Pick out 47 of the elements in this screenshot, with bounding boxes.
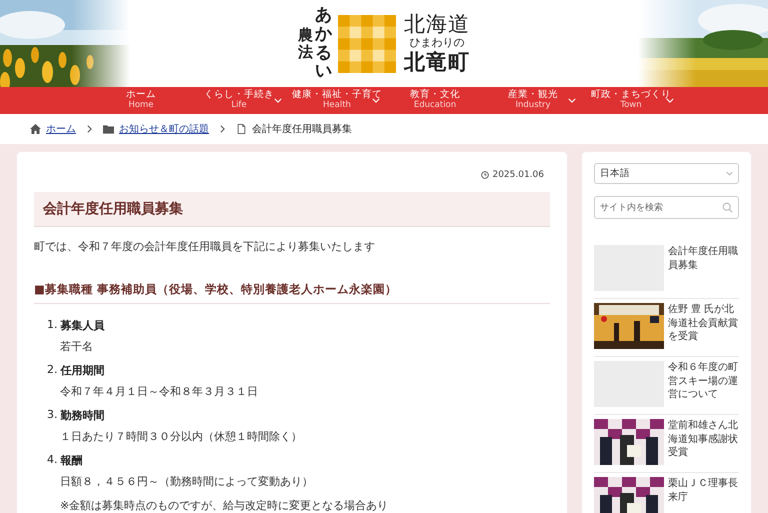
logo-text: あかるい [315,6,332,81]
nav-item[interactable]: 町政・まちづくり Town [582,87,680,114]
post-link[interactable]: 堂前和雄さん北海道知事感謝状受賞 [594,415,739,473]
language-select[interactable]: 日本語 [594,163,739,184]
item-number: 4. [47,453,58,468]
search-icon [722,202,733,213]
article-title: 会計年度任用職員募集 [34,192,550,227]
item-text: ※金額は募集時点のものですが、給与改定時に変更となる場合あり [60,498,390,513]
item-number: 1. [47,318,58,333]
post-date: 2025.01.06 [492,170,544,180]
item-text: 日額８，４５６円～（勤務時間によって変動あり） [60,474,314,489]
item-text: １日あたり７時間３０分以内（休憩１時間除く） [60,429,303,444]
nav-item[interactable]: ホーム Home [92,87,190,114]
logo-text: 農法 [298,27,313,60]
item-heading: 勤務時間 [60,408,104,423]
item-text: 令和７年４月１日～令和８年３月３１日 [60,384,259,399]
post-link[interactable]: 令和６年度の町営スキー場の運営について [594,357,739,415]
nav-item[interactable]: くらし・手続き Life [190,87,288,114]
document-icon [236,124,247,134]
search-field[interactable]: サイト内を検索 [594,196,739,219]
item-heading: 任用期間 [60,363,104,378]
folder-icon [103,124,114,134]
nav-item[interactable]: 産業・観光 Industry [484,87,582,114]
gingham-logo-icon [338,14,396,72]
post-link[interactable]: 佐野 豊 氏が北海道社会貢献賞を受賞 [594,299,739,357]
breadcrumb-link[interactable]: お知らせ＆町の話題 [119,122,209,136]
item-heading: 報酬 [60,453,82,468]
chevron-down-icon [726,171,733,176]
intro-text: 町では、令和７年度の会計年度任用職員を下記により募集いたします [34,239,376,254]
clock-icon [481,171,490,179]
item-heading: 募集人員 [60,318,104,333]
nav-item[interactable]: 健康・福祉・子育て Health [288,87,386,114]
section-heading: ■募集職種 事務補助員（役場、学校、特別養護老人ホーム永楽園） [34,282,550,304]
item-number: 2. [47,363,58,378]
breadcrumb-current: 会計年度任用職員募集 [252,122,352,136]
home-icon [30,124,41,134]
chevron-right-icon [220,125,225,133]
item-number: 3. [47,408,58,423]
logo-tagline: ひまわりの [410,36,464,50]
logo-town-name: 北竜町 [404,50,470,74]
chevron-right-icon [87,125,92,133]
item-text: 若干名 [60,339,94,354]
post-link[interactable]: 栗山ＪＣ理事長来庁 [594,473,739,513]
nav-item[interactable]: 教育・文化 Education [386,87,484,114]
logo-region: 北海道 [404,13,470,36]
post-link[interactable]: 会計年度任用職員募集 [594,241,739,299]
breadcrumb-link[interactable]: ホーム [46,122,76,136]
